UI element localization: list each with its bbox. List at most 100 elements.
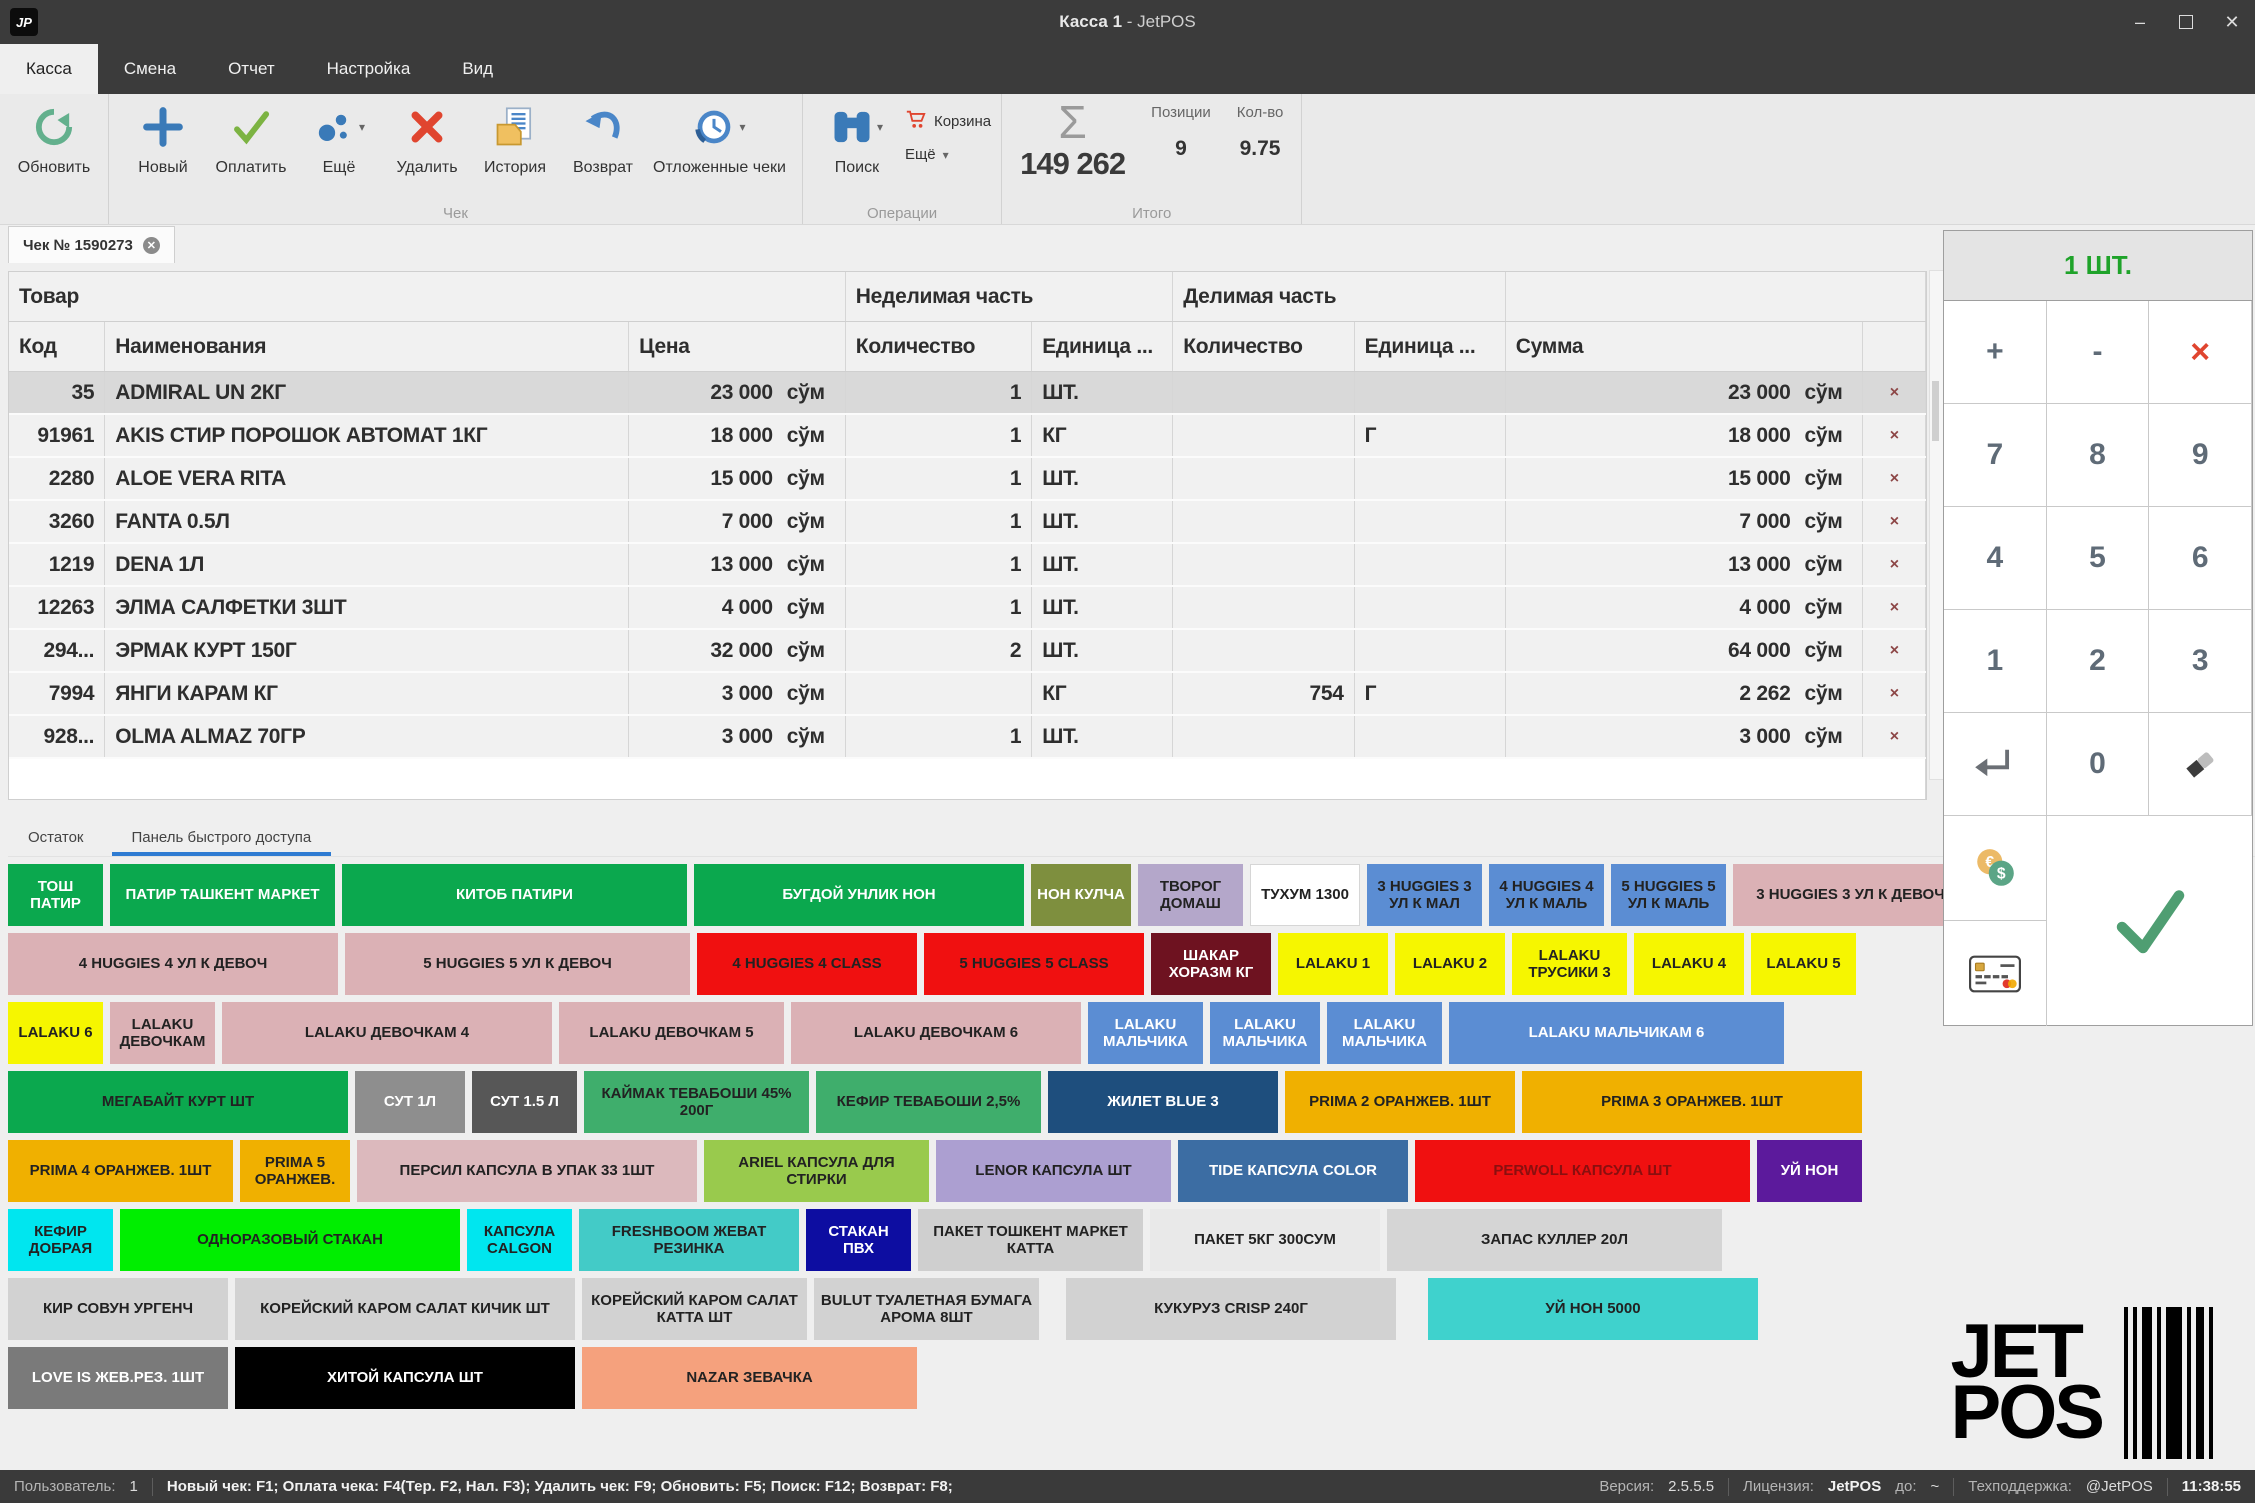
quick-product-button[interactable]: СТАКАН ПВХ	[806, 1209, 911, 1271]
quick-product-button[interactable]: LALAKU ДЕВОЧКАМ 6	[791, 1002, 1081, 1064]
quick-product-button[interactable]: МЕГАБАЙТ КУРТ ШТ	[8, 1071, 348, 1133]
quick-product-button[interactable]: КИР СОВУН УРГЕНЧ	[8, 1278, 228, 1340]
numpad-key-3[interactable]: 3	[2149, 610, 2252, 713]
row-delete-button[interactable]: ×	[1863, 414, 1926, 457]
quick-product-button[interactable]: NAZAR ЗЕВАЧКА	[582, 1347, 917, 1409]
receipt-row[interactable]: 928...OLMA ALMAZ 70ГР3 000сўм1ШТ.3 000сў…	[9, 715, 1926, 758]
quick-product-button[interactable]: 4 HUGGIES 4 УЛ К МАЛЬ	[1489, 864, 1604, 926]
numpad-key-2[interactable]: 2	[2047, 610, 2150, 713]
numpad-key-8[interactable]: 8	[2047, 404, 2150, 507]
quick-product-button[interactable]: LALAKU ТРУСИКИ 3	[1512, 933, 1627, 995]
quick-product-button[interactable]: LALAKU ДЕВОЧКАМ 4	[222, 1002, 552, 1064]
quick-product-button[interactable]: КЕФИР ТЕВАБОШИ 2,5%	[816, 1071, 1041, 1133]
quick-product-button[interactable]: 3 HUGGIES 3 УЛ К МАЛ	[1367, 864, 1482, 926]
quick-product-button[interactable]: ПЕРСИЛ КАПСУЛА В УПАК 33 1ШТ	[357, 1140, 697, 1202]
quick-product-button[interactable]: ЗАПАС КУЛЛЕР 20Л	[1387, 1209, 1722, 1271]
receipt-row[interactable]: 35ADMIRAL UN 2КГ23 000сўм1ШТ.23 000сўм×	[9, 372, 1926, 415]
more-button[interactable]: ▾Ещё	[295, 98, 383, 177]
quick-product-button[interactable]: LENOR КАПСУЛА ШТ	[936, 1140, 1171, 1202]
operations-more-button[interactable]: Ещё▾	[905, 146, 991, 163]
quick-product-button[interactable]: LALAKU МАЛЬЧИКАМ 6	[1449, 1002, 1784, 1064]
quick-product-button[interactable]: ПАКЕТ ТОШКЕНТ МАРКЕТ КАТТА	[918, 1209, 1143, 1271]
quick-product-button[interactable]: LALAKU 6	[8, 1002, 103, 1064]
quick-product-button[interactable]: PRIMA 4 ОРАНЖЕВ. 1ШТ	[8, 1140, 233, 1202]
refresh-button[interactable]: Обновить	[10, 98, 98, 177]
numpad-key-6[interactable]: 6	[2149, 507, 2252, 610]
menu-item-3[interactable]: Отчет	[202, 44, 301, 94]
row-delete-button[interactable]: ×	[1863, 372, 1926, 415]
table-scrollbar[interactable]	[1929, 270, 1944, 780]
pay-button[interactable]: Оплатить	[207, 98, 295, 177]
receipt-row[interactable]: 12263ЭЛМА САЛФЕТКИ 3ШТ4 000сўм1ШТ.4 000с…	[9, 586, 1926, 629]
deferred-cheques-button[interactable]: ▾Отложенные чеки	[647, 98, 792, 177]
cheque-tab-close-icon[interactable]: ✕	[143, 237, 160, 254]
quick-product-button[interactable]: LALAKU 2	[1395, 933, 1505, 995]
quick-product-button[interactable]: TIDE КАПСУЛА COLOR	[1178, 1140, 1408, 1202]
cart-button[interactable]: Корзина	[905, 108, 991, 134]
quick-product-button[interactable]: LALAKU 5	[1751, 933, 1856, 995]
close-button[interactable]: ✕	[2209, 0, 2255, 44]
minimize-button[interactable]: –	[2117, 0, 2163, 44]
cheque-tab[interactable]: Чек № 1590273 ✕	[8, 226, 175, 263]
quick-product-button[interactable]: 3 HUGGIES 3 УЛ К ДЕВОЧ	[1733, 864, 1968, 926]
quick-product-button[interactable]: УЙ НОН 5000	[1428, 1278, 1758, 1340]
receipt-row[interactable]: 3260FANTA 0.5Л7 000сўм1ШТ.7 000сўм×	[9, 500, 1926, 543]
quick-product-button[interactable]: ХИТОЙ КАПСУЛА ШТ	[235, 1347, 575, 1409]
tab-quick-access[interactable]: Панель быстрого доступа	[112, 829, 332, 856]
numpad-key-0[interactable]: 0	[2047, 713, 2150, 816]
receipt-row[interactable]: 1219DENA 1Л13 000сўм1ШТ.13 000сўм×	[9, 543, 1926, 586]
menu-item-4[interactable]: Настройка	[301, 44, 437, 94]
quick-product-button[interactable]: КАЙМАК ТЕВАБОШИ 45% 200Г	[584, 1071, 809, 1133]
card-payment-button[interactable]	[1944, 921, 2047, 1026]
quick-product-button[interactable]: ARIEL КАПСУЛА ДЛЯ СТИРКИ	[704, 1140, 929, 1202]
quick-product-button[interactable]: КОРЕЙСКИЙ КАРОМ САЛАТ КАТТА ШТ	[582, 1278, 807, 1340]
quick-product-button[interactable]: КУКУРУЗ CRISP 240Г	[1066, 1278, 1396, 1340]
quick-product-button[interactable]: LALAKU ДЕВОЧКАМ 5	[559, 1002, 784, 1064]
numpad-key-1[interactable]: 1	[1944, 610, 2047, 713]
quick-product-button[interactable]: ШАКАР ХОРАЗМ КГ	[1151, 933, 1271, 995]
quick-product-button[interactable]: КОРЕЙСКИЙ КАРОМ САЛАТ КИЧИК ШТ	[235, 1278, 575, 1340]
receipt-row[interactable]: 7994ЯНГИ КАРАМ КГ3 000сўмКГ754Г2 262сўм×	[9, 672, 1926, 715]
quick-product-button[interactable]: 5 HUGGIES 5 CLASS	[924, 933, 1144, 995]
quick-product-button[interactable]: PRIMA 3 ОРАНЖЕВ. 1ШТ	[1522, 1071, 1862, 1133]
quick-product-button[interactable]: ЖИЛЕТ BLUE 3	[1048, 1071, 1278, 1133]
numpad-erase-key[interactable]	[2149, 713, 2252, 816]
quick-product-button[interactable]: LALAKU 1	[1278, 933, 1388, 995]
confirm-button[interactable]	[2047, 816, 2252, 1026]
quick-product-button[interactable]: ПАКЕТ 5КГ 300СУМ	[1150, 1209, 1380, 1271]
maximize-button[interactable]	[2163, 0, 2209, 44]
quick-product-button[interactable]: КАПСУЛА CALGON	[467, 1209, 572, 1271]
quick-product-button[interactable]: PRIMA 2 ОРАНЖЕВ. 1ШТ	[1285, 1071, 1515, 1133]
numpad-key-4[interactable]: 4	[1944, 507, 2047, 610]
receipt-row[interactable]: 294...ЭРМАК КУРТ 150Г32 000сўм2ШТ.64 000…	[9, 629, 1926, 672]
numpad-multiply-key[interactable]: ×	[2149, 301, 2252, 404]
menu-item-1[interactable]: Касса	[0, 44, 98, 94]
quick-product-button[interactable]: 4 HUGGIES 4 УЛ К ДЕВОЧ	[8, 933, 338, 995]
quick-product-button[interactable]: БУГДОЙ УНЛИК НОН	[694, 864, 1024, 926]
search-button[interactable]: ▾Поиск	[813, 98, 901, 177]
row-delete-button[interactable]: ×	[1863, 457, 1926, 500]
quick-product-button[interactable]: КЕФИР ДОБРАЯ	[8, 1209, 113, 1271]
quick-product-button[interactable]: LALAKU МАЛЬЧИКА	[1088, 1002, 1203, 1064]
numpad-key-9[interactable]: 9	[2149, 404, 2252, 507]
row-delete-button[interactable]: ×	[1863, 543, 1926, 586]
quick-product-button[interactable]: ОДНОРАЗОВЫЙ СТАКАН	[120, 1209, 460, 1271]
receipt-row[interactable]: 2280ALOE VERA RITA15 000сўм1ШТ.15 000сўм…	[9, 457, 1926, 500]
quick-product-button[interactable]: ТОШ ПАТИР	[8, 864, 103, 926]
menu-item-2[interactable]: Смена	[98, 44, 202, 94]
quick-product-button[interactable]: BULUT ТУАЛЕТНАЯ БУМАГА АРОМА 8ШТ	[814, 1278, 1039, 1340]
row-delete-button[interactable]: ×	[1863, 672, 1926, 715]
quick-product-button[interactable]: НОН КУЛЧА	[1031, 864, 1131, 926]
quick-product-button[interactable]: ТУХУМ 1300	[1250, 864, 1360, 926]
quick-product-button[interactable]: PERWOLL КАПСУЛА ШТ	[1415, 1140, 1750, 1202]
quick-product-button[interactable]: LOVE IS ЖЕВ.РЕЗ. 1ШТ	[8, 1347, 228, 1409]
new-button[interactable]: Новый	[119, 98, 207, 177]
numpad-minus-key[interactable]: -	[2047, 301, 2150, 404]
quick-product-button[interactable]: СУТ 1Л	[355, 1071, 465, 1133]
quick-product-button[interactable]: ТВОРОГ ДОМАШ	[1138, 864, 1243, 926]
quick-product-button[interactable]: LALAKU МАЛЬЧИКА	[1327, 1002, 1442, 1064]
quick-product-button[interactable]: LALAKU 4	[1634, 933, 1744, 995]
quick-product-button[interactable]: PRIMA 5 ОРАНЖЕВ.	[240, 1140, 350, 1202]
tab-stock[interactable]: Остаток	[8, 829, 104, 856]
history-button[interactable]: История	[471, 98, 559, 177]
